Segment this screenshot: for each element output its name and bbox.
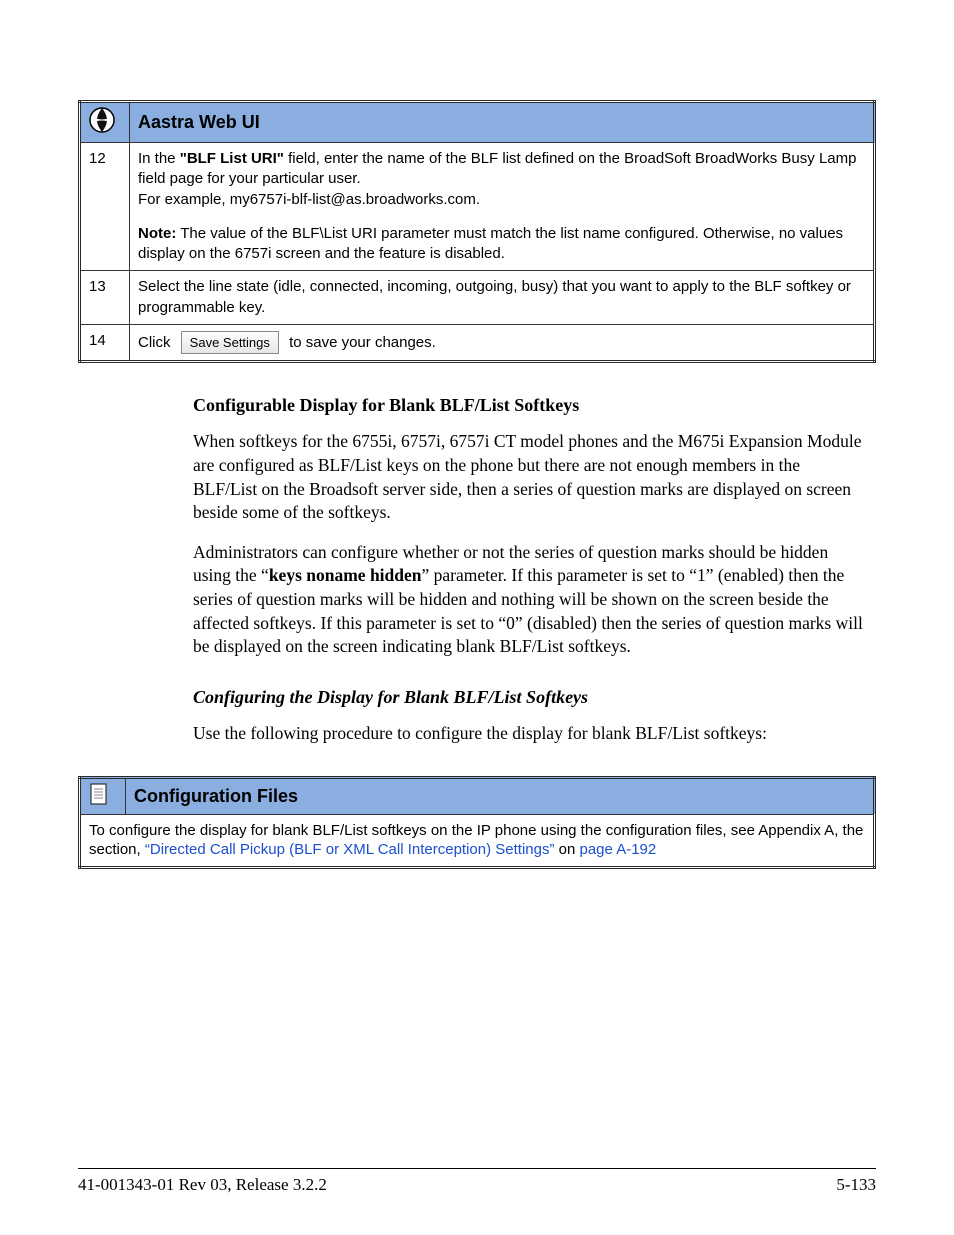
globe-icon (89, 107, 115, 133)
header-icon-cell (80, 777, 126, 814)
subsection-heading: Configuring the Display for Blank BLF/Li… (193, 687, 866, 708)
aastra-web-ui-table: Aastra Web UI 12 In the "BLF List URI" f… (78, 100, 876, 363)
page-footer: 41-001343-01 Rev 03, Release 3.2.2 5-133 (78, 1168, 876, 1195)
step-content: Click Save Settings to save your changes… (130, 324, 875, 362)
step-content: In the "BLF List URI" field, enter the n… (130, 143, 875, 271)
save-settings-button[interactable]: Save Settings (181, 331, 279, 355)
step-content: Select the line state (idle, connected, … (130, 271, 875, 325)
paragraph: When softkeys for the 6755i, 6757i, 6757… (193, 430, 866, 525)
cross-ref-link[interactable]: “Directed Call Pickup (BLF or XML Call I… (145, 841, 555, 858)
paragraph: Use the following procedure to configure… (193, 722, 866, 746)
footer-right: 5-133 (836, 1175, 876, 1195)
table-row: 12 In the "BLF List URI" field, enter th… (80, 143, 875, 271)
table-row: 13 Select the line state (idle, connecte… (80, 271, 875, 325)
paragraph: Administrators can configure whether or … (193, 541, 866, 659)
page-ref-link[interactable]: page A-192 (580, 841, 657, 858)
table-row: 14 Click Save Settings to save your chan… (80, 324, 875, 362)
header-icon-cell (80, 102, 130, 143)
table-title: Aastra Web UI (130, 102, 875, 143)
table-row: To configure the display for blank BLF/L… (80, 814, 875, 867)
step-num: 14 (80, 324, 130, 362)
section-heading: Configurable Display for Blank BLF/List … (193, 395, 866, 416)
step-num: 12 (80, 143, 130, 271)
configuration-files-table: Configuration Files To configure the dis… (78, 776, 876, 869)
cfg-body: To configure the display for blank BLF/L… (80, 814, 875, 867)
step-num: 13 (80, 271, 130, 325)
document-icon (89, 783, 109, 805)
table-title: Configuration Files (126, 777, 875, 814)
footer-left: 41-001343-01 Rev 03, Release 3.2.2 (78, 1175, 327, 1195)
